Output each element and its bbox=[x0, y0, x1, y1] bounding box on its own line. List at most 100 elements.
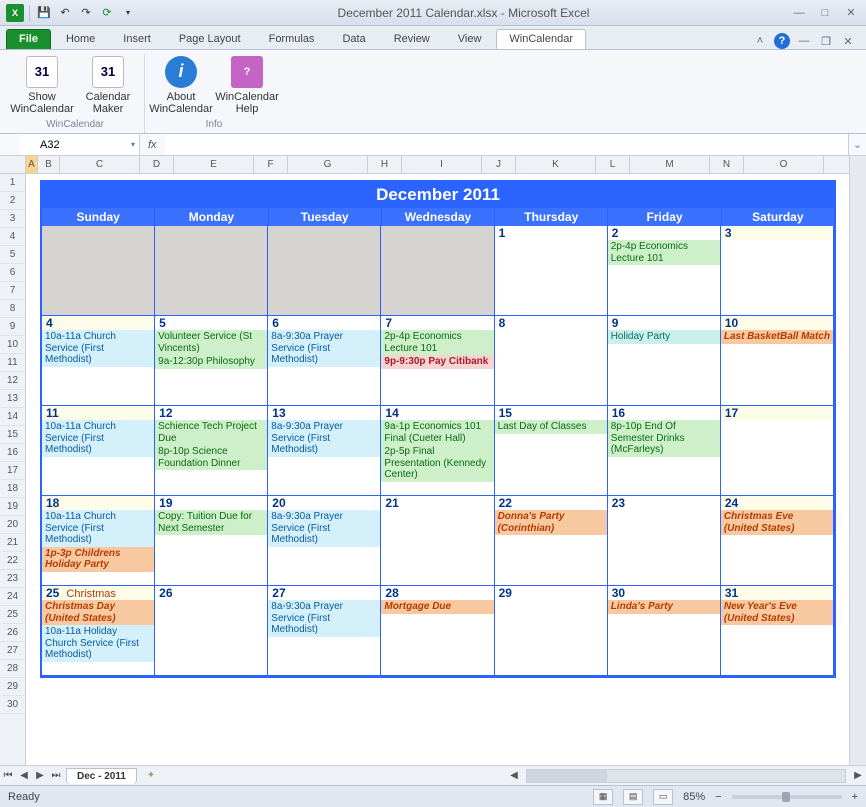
calendar-cell[interactable]: 68a-9:30a Prayer Service (First Methodis… bbox=[268, 316, 381, 406]
prev-sheet-icon[interactable]: ◀ bbox=[16, 768, 32, 784]
window-restore-icon[interactable]: ❐ bbox=[818, 33, 834, 49]
calendar-cell[interactable]: 208a-9:30a Prayer Service (First Methodi… bbox=[268, 496, 381, 586]
row-header[interactable]: 19 bbox=[0, 498, 25, 516]
calendar-event[interactable]: 1p-3p Childrens Holiday Party bbox=[42, 547, 154, 572]
calendar-cell[interactable]: 168p-10p End Of Semester Drinks (McFarle… bbox=[608, 406, 721, 496]
sheet-cells[interactable]: December 2011 SundayMondayTuesdayWednesd… bbox=[26, 174, 849, 765]
calendar-cell[interactable]: 5 Volunteer Service (St Vincents)9a-12:3… bbox=[155, 316, 268, 406]
tab-insert[interactable]: Insert bbox=[110, 29, 164, 49]
tab-formulas[interactable]: Formulas bbox=[256, 29, 328, 49]
column-header[interactable]: M bbox=[630, 156, 710, 173]
select-all-button[interactable] bbox=[0, 156, 26, 173]
redo-icon[interactable]: ↷ bbox=[77, 4, 95, 22]
row-header[interactable]: 18 bbox=[0, 480, 25, 498]
row-header[interactable]: 7 bbox=[0, 282, 25, 300]
row-header[interactable]: 13 bbox=[0, 390, 25, 408]
row-header[interactable]: 8 bbox=[0, 300, 25, 318]
tab-wincalendar[interactable]: WinCalendar bbox=[496, 29, 586, 49]
calendar-event[interactable]: 2p-4p Economics Lecture 101 bbox=[381, 330, 493, 355]
row-header[interactable]: 30 bbox=[0, 696, 25, 714]
name-box[interactable]: A32 ▾ bbox=[20, 134, 140, 155]
about-wincalendar-button[interactable]: i About WinCalendar bbox=[153, 54, 209, 117]
calendar-event[interactable]: 9p-9:30p Pay Citibank bbox=[381, 355, 493, 369]
calendar-cell[interactable]: 72p-4p Economics Lecture 1019p-9:30p Pay… bbox=[381, 316, 494, 406]
window-close-icon[interactable]: ✕ bbox=[840, 33, 856, 49]
column-header[interactable]: A bbox=[26, 156, 38, 173]
calendar-cell[interactable] bbox=[268, 226, 381, 316]
zoom-out-button[interactable]: − bbox=[715, 791, 721, 803]
qat-dropdown-icon[interactable]: ▾ bbox=[119, 4, 137, 22]
hscroll-left-icon[interactable]: ◀ bbox=[506, 768, 522, 784]
calendar-cell[interactable]: 25 Christmas Christmas Day (United State… bbox=[42, 586, 155, 676]
tab-page-layout[interactable]: Page Layout bbox=[166, 29, 254, 49]
column-header[interactable]: C bbox=[60, 156, 140, 173]
column-header[interactable]: G bbox=[288, 156, 368, 173]
row-header[interactable]: 12 bbox=[0, 372, 25, 390]
zoom-in-button[interactable]: + bbox=[852, 791, 858, 803]
normal-view-button[interactable]: ▦ bbox=[593, 789, 613, 805]
column-header[interactable]: K bbox=[516, 156, 596, 173]
column-header[interactable]: O bbox=[744, 156, 824, 173]
row-header[interactable]: 24 bbox=[0, 588, 25, 606]
column-header[interactable]: J bbox=[482, 156, 516, 173]
row-header[interactable]: 29 bbox=[0, 678, 25, 696]
calendar-event[interactable]: Last Day of Classes bbox=[495, 420, 607, 434]
calendar-event[interactable]: 10a-11a Church Service (First Methodist) bbox=[42, 510, 154, 547]
calendar-cell[interactable]: 410a-11a Church Service (First Methodist… bbox=[42, 316, 155, 406]
row-header[interactable]: 14 bbox=[0, 408, 25, 426]
column-header[interactable]: H bbox=[368, 156, 402, 173]
calendar-cell[interactable]: 29 bbox=[495, 586, 608, 676]
calendar-event[interactable]: 10a-11a Church Service (First Methodist) bbox=[42, 330, 154, 367]
calendar-cell[interactable]: 22 Donna's Party (Corinthian) bbox=[495, 496, 608, 586]
first-sheet-icon[interactable]: ⏮ bbox=[0, 768, 16, 784]
calendar-event[interactable]: 9a-12:30p Philosophy bbox=[155, 355, 267, 369]
calendar-cell[interactable]: 1110a-11a Church Service (First Methodis… bbox=[42, 406, 155, 496]
calendar-event[interactable]: New Year's Eve (United States) bbox=[721, 600, 833, 625]
calendar-cell[interactable]: 8 bbox=[495, 316, 608, 406]
row-header[interactable]: 26 bbox=[0, 624, 25, 642]
calendar-event[interactable]: 8p-10p End Of Semester Drinks (McFarleys… bbox=[608, 420, 720, 457]
calendar-event[interactable]: 2p-5p Final Presentation (Kennedy Center… bbox=[381, 445, 493, 482]
row-header[interactable]: 16 bbox=[0, 444, 25, 462]
calendar-cell[interactable]: 31 New Year's Eve (United States) bbox=[721, 586, 834, 676]
row-header[interactable]: 10 bbox=[0, 336, 25, 354]
calendar-cell[interactable]: 24 Christmas Eve (United States) bbox=[721, 496, 834, 586]
row-header[interactable]: 20 bbox=[0, 516, 25, 534]
calendar-cell[interactable]: 15 Last Day of Classes bbox=[495, 406, 608, 496]
calendar-cell[interactable]: 1810a-11a Church Service (First Methodis… bbox=[42, 496, 155, 586]
row-header[interactable]: 22 bbox=[0, 552, 25, 570]
minimize-icon[interactable]: — bbox=[790, 4, 808, 22]
calendar-cell[interactable]: 9 Holiday Party bbox=[608, 316, 721, 406]
name-box-dropdown-icon[interactable]: ▾ bbox=[131, 140, 135, 149]
calendar-event[interactable]: Donna's Party (Corinthian) bbox=[495, 510, 607, 535]
calendar-cell[interactable]: 278a-9:30a Prayer Service (First Methodi… bbox=[268, 586, 381, 676]
calendar-event[interactable]: 8a-9:30a Prayer Service (First Methodist… bbox=[268, 420, 380, 457]
page-break-view-button[interactable]: ▭ bbox=[653, 789, 673, 805]
calendar-cell[interactable] bbox=[381, 226, 494, 316]
calendar-cell[interactable]: 12 Schience Tech Project Due8p-10p Scien… bbox=[155, 406, 268, 496]
close-icon[interactable]: ✕ bbox=[842, 4, 860, 22]
calendar-event[interactable]: 10a-11a Church Service (First Methodist) bbox=[42, 420, 154, 457]
maximize-icon[interactable]: □ bbox=[816, 4, 834, 22]
calendar-cell[interactable]: 23 bbox=[608, 496, 721, 586]
minimize-ribbon-icon[interactable]: ˄ bbox=[752, 33, 768, 49]
page-layout-view-button[interactable]: ▤ bbox=[623, 789, 643, 805]
expand-formula-bar-icon[interactable]: ⌄ bbox=[848, 134, 866, 155]
calendar-event[interactable]: 8p-10p Science Foundation Dinner bbox=[155, 445, 267, 470]
calendar-cell[interactable]: 22p-4p Economics Lecture 101 bbox=[608, 226, 721, 316]
calendar-event[interactable]: Holiday Party bbox=[608, 330, 720, 344]
fx-label[interactable]: fx bbox=[140, 139, 165, 151]
calendar-cell[interactable]: 26 bbox=[155, 586, 268, 676]
row-header[interactable]: 9 bbox=[0, 318, 25, 336]
column-header[interactable]: N bbox=[710, 156, 744, 173]
column-header[interactable]: D bbox=[140, 156, 174, 173]
row-header[interactable]: 17 bbox=[0, 462, 25, 480]
row-header[interactable]: 1 bbox=[0, 174, 25, 192]
tab-file[interactable]: File bbox=[6, 29, 51, 49]
refresh-icon[interactable]: ⟳ bbox=[98, 4, 116, 22]
hscroll-right-icon[interactable]: ▶ bbox=[850, 768, 866, 784]
calendar-cell[interactable]: 30 Linda's Party bbox=[608, 586, 721, 676]
undo-icon[interactable]: ↶ bbox=[56, 4, 74, 22]
zoom-slider[interactable] bbox=[732, 795, 842, 799]
wincalendar-help-button[interactable]: ? WinCalendar Help bbox=[219, 54, 275, 117]
